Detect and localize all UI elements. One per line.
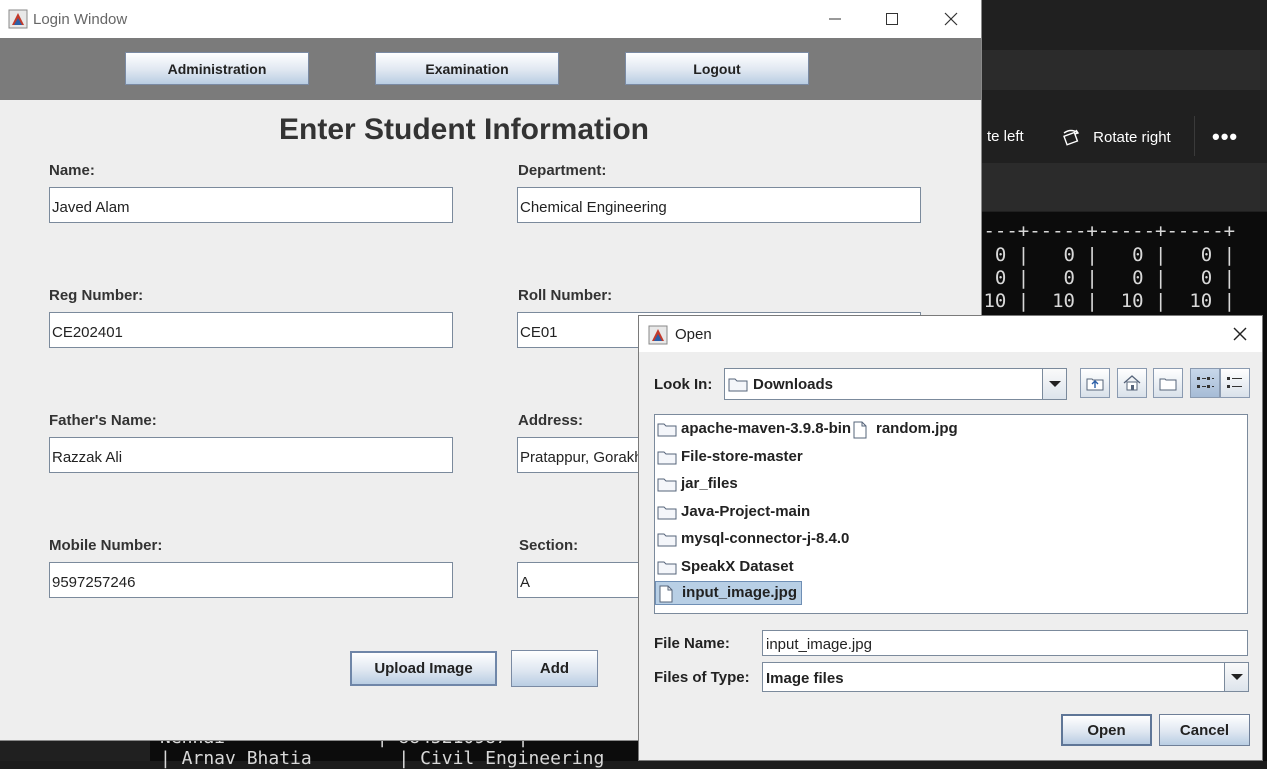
up-one-level-button[interactable] — [1080, 368, 1110, 398]
examination-button[interactable]: Examination — [375, 52, 559, 85]
file-name-label: File Name: — [654, 635, 730, 652]
details-view-button[interactable] — [1220, 368, 1250, 398]
list-view-button[interactable] — [1190, 368, 1220, 398]
form-title: Enter Student Information — [279, 113, 649, 146]
file-name: File-store-master — [681, 448, 803, 465]
rotate-right-icon — [1061, 129, 1087, 146]
home-button[interactable] — [1117, 368, 1147, 398]
list-item[interactable]: File-store-master — [655, 446, 807, 468]
folder-icon — [657, 506, 677, 520]
open-button[interactable]: Open — [1061, 714, 1152, 746]
terminal-line: ----+-----+-----+-----+ — [972, 220, 1236, 242]
background-address-strip — [980, 50, 1267, 90]
file-icon — [659, 585, 673, 603]
folder-icon — [657, 423, 677, 437]
list-item[interactable]: mysql-connector-j-8.4.0 — [655, 528, 853, 550]
list-item[interactable]: random.jpg — [850, 418, 962, 440]
file-name-field[interactable]: input_image.jpg — [762, 630, 1248, 656]
list-item[interactable]: apache-maven-3.9.8-bin — [655, 418, 855, 440]
file-name: mysql-connector-j-8.4.0 — [681, 530, 850, 547]
terminal-line: | Arnav Bhatia | Civil Engineering — [160, 748, 605, 769]
java-app-icon — [648, 325, 668, 345]
file-name: input_image.jpg — [682, 584, 798, 601]
list-item-selected[interactable]: input_image.jpg — [655, 581, 803, 605]
rotate-right-label: Rotate right — [1093, 128, 1171, 146]
files-of-type-value: Image files — [766, 670, 844, 687]
background-strip — [980, 163, 1267, 211]
file-icon — [853, 421, 867, 439]
folder-icon — [657, 561, 677, 575]
logout-button[interactable]: Logout — [625, 52, 809, 85]
look-in-combo[interactable]: Downloads — [724, 368, 1067, 400]
name-field[interactable]: Javed Alam — [49, 187, 453, 223]
reg-number-label: Reg Number: — [49, 287, 144, 304]
add-button[interactable]: Add — [511, 650, 598, 687]
files-of-type-label: Files of Type: — [654, 669, 750, 686]
name-label: Name: — [49, 162, 95, 179]
address-label: Address: — [518, 412, 584, 429]
mobile-number-field[interactable]: 9597257246 — [49, 562, 453, 598]
mobile-number-label: Mobile Number: — [49, 537, 163, 554]
navigation-bar: Administration Examination Logout — [0, 38, 981, 100]
list-item[interactable]: jar_files — [655, 473, 742, 495]
folder-icon — [657, 478, 677, 492]
rotate-right-button[interactable]: Rotate right — [1061, 128, 1171, 148]
new-folder-button[interactable] — [1153, 368, 1183, 398]
folder-icon — [657, 533, 677, 547]
department-field[interactable]: Chemical Engineering — [517, 187, 921, 223]
files-of-type-combo[interactable]: Image files — [762, 662, 1249, 692]
administration-button[interactable]: Administration — [125, 52, 309, 85]
file-list[interactable]: apache-maven-3.9.8-bin File-store-master… — [654, 414, 1248, 614]
cancel-button[interactable]: Cancel — [1159, 714, 1250, 746]
rotate-left-button[interactable]: te left — [987, 128, 1024, 145]
file-name: jar_files — [681, 475, 738, 492]
fathers-name-field[interactable]: Razzak Ali — [49, 437, 453, 473]
terminal-line: 10 | 10 | 10 | 10 | — [972, 290, 1236, 312]
roll-number-label: Roll Number: — [518, 287, 613, 304]
minimize-button[interactable] — [820, 8, 850, 30]
upload-image-button[interactable]: Upload Image — [350, 651, 497, 686]
list-item[interactable]: Java-Project-main — [655, 501, 814, 523]
file-name: SpeakX Dataset — [681, 558, 794, 575]
chevron-down-icon[interactable] — [1224, 663, 1248, 691]
java-app-icon — [8, 9, 28, 29]
folder-icon — [728, 376, 748, 397]
look-in-label: Look In: — [654, 376, 713, 393]
rotate-left-label: te left — [987, 128, 1024, 145]
fathers-name-label: Father's Name: — [49, 412, 157, 429]
dialog-close-button[interactable] — [1230, 324, 1250, 344]
window-titlebar: Login Window — [0, 0, 981, 38]
look-in-value: Downloads — [753, 376, 834, 393]
section-label: Section: — [519, 537, 579, 554]
folder-icon — [657, 451, 677, 465]
chevron-down-icon[interactable] — [1042, 369, 1066, 399]
file-name: apache-maven-3.9.8-bin — [681, 420, 852, 437]
terminal-line: 0 | 0 | 0 | 0 | — [972, 244, 1236, 266]
terminal-line: 0 | 0 | 0 | 0 | — [972, 267, 1236, 289]
toolbar-divider — [1194, 116, 1195, 156]
reg-number-field[interactable]: CE202401 — [49, 312, 453, 348]
dialog-titlebar: Open — [639, 316, 1262, 352]
department-label: Department: — [518, 162, 607, 179]
maximize-button[interactable] — [877, 8, 907, 30]
file-name: Java-Project-main — [681, 503, 811, 520]
open-file-dialog: Open Look In: Downloads apache-maven-3.9… — [638, 315, 1263, 761]
file-name: random.jpg — [876, 420, 958, 437]
list-item[interactable]: SpeakX Dataset — [655, 556, 798, 578]
close-button[interactable] — [936, 8, 966, 30]
dialog-title: Open — [675, 326, 712, 343]
window-title: Login Window — [33, 11, 128, 28]
more-options-button[interactable]: ••• — [1212, 124, 1238, 150]
